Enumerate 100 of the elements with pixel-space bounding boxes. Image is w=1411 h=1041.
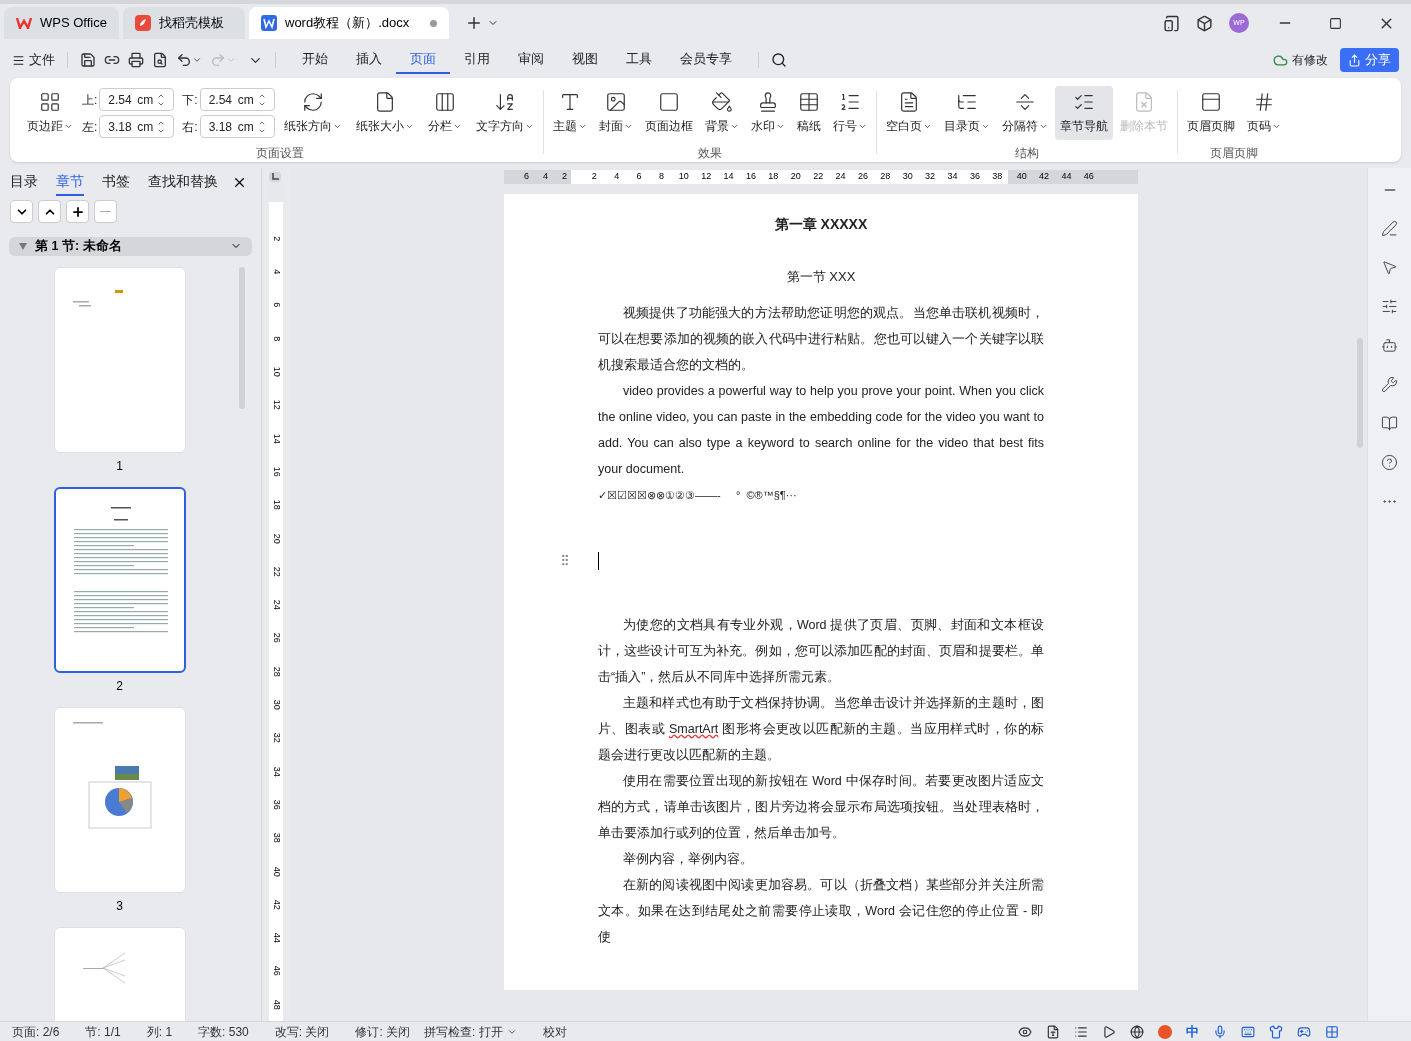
ribbon-tab[interactable]: 插入	[342, 46, 396, 74]
border-icon	[657, 91, 680, 113]
ribbon-button[interactable]: 页面边框	[639, 86, 698, 140]
cube-icon[interactable]	[1196, 14, 1213, 32]
ribbon-tab[interactable]: 审阅	[504, 46, 558, 74]
chapter-heading: 第一章 XXXXX	[773, 215, 869, 234]
book-icon[interactable]	[1381, 415, 1398, 432]
ribbon-button[interactable]: 纸张大小	[350, 86, 419, 140]
globe-icon[interactable]	[1130, 1024, 1144, 1039]
template-logo-icon	[135, 15, 151, 31]
play-icon[interactable]	[1102, 1024, 1116, 1039]
body-paragraph: 视频提供了功能强大的方法帮助您证明您的观点。当您单击联机视频时，可以在想要添加的视频的嵌入代码中进行粘贴。您也可以键入一个关键字以联机搜索最适合您的文档的。	[598, 305, 1044, 374]
background-icon	[710, 91, 733, 113]
tablet-icon[interactable]	[1163, 14, 1180, 32]
share-button[interactable]: 分享	[1340, 48, 1399, 72]
apps-icon[interactable]	[1325, 1024, 1339, 1039]
ribbon-button[interactable]: 主题	[547, 86, 592, 140]
previous-section-button[interactable]	[38, 200, 61, 223]
ribbon-button[interactable]: 目录页	[938, 86, 995, 140]
margin-input[interactable]: 2.54 cm	[99, 88, 175, 111]
menu-icon[interactable]	[12, 53, 25, 67]
minus-icon	[100, 210, 111, 213]
sliders-icon[interactable]	[1381, 298, 1398, 315]
new-tab-icon[interactable]	[465, 14, 483, 32]
ribbon-tab[interactable]: 会员专享	[666, 46, 746, 74]
tab-title: 找稻壳模板	[159, 14, 224, 33]
file-menu[interactable]: 文件	[29, 50, 55, 70]
outline-view-icon[interactable]	[1074, 1024, 1088, 1039]
ribbon-button[interactable]: 分隔符	[996, 86, 1053, 140]
ime-logo-icon[interactable]	[1158, 1024, 1172, 1039]
save-icon[interactable]	[80, 52, 96, 68]
window-tab[interactable]: WPS Office	[4, 7, 119, 39]
maximize-icon[interactable]	[1329, 16, 1342, 30]
shirt-icon[interactable]	[1269, 1024, 1283, 1039]
print-preview-icon[interactable]	[152, 52, 168, 68]
cloud-status[interactable]: 有修改	[1292, 51, 1328, 69]
page-view-icon[interactable]	[1046, 1024, 1060, 1039]
columns-icon	[433, 91, 456, 113]
window-tab[interactable]: 找稻壳模板	[123, 7, 245, 39]
tab-stop-icon[interactable]	[269, 172, 281, 182]
pen-icon[interactable]	[1381, 220, 1398, 237]
ribbon-tab[interactable]: 开始	[288, 46, 342, 74]
keyboard-icon[interactable]	[1241, 1024, 1255, 1039]
next-section-button[interactable]	[10, 200, 33, 223]
ribbon-tab[interactable]: 页面	[396, 46, 450, 74]
expand-triangle-icon[interactable]	[19, 242, 27, 250]
ribbon-button[interactable]: 水印	[745, 86, 790, 140]
search-icon[interactable]	[771, 52, 787, 68]
ribbon-tab[interactable]: 引用	[450, 46, 504, 74]
ribbon-button[interactable]: 纸张方向	[278, 86, 347, 140]
ribbon-button[interactable]: 行号	[827, 86, 872, 140]
eye-icon[interactable]	[1018, 1024, 1032, 1039]
ribbon-button[interactable]: 页眉页脚	[1181, 86, 1240, 140]
ribbon-button[interactable]: 空白页	[880, 86, 937, 140]
margin-input[interactable]: 3.18 cm	[99, 115, 175, 138]
margins-icon	[39, 91, 61, 113]
microphone-icon[interactable]	[1213, 1024, 1227, 1039]
ribbon-button[interactable]: 页边距	[22, 86, 78, 140]
ribbon-button[interactable]: 背景	[699, 86, 744, 140]
spell-check-status[interactable]: 拼写检查: 打开	[424, 1022, 503, 1041]
ribbon-button[interactable]: 文字方向	[470, 86, 539, 140]
pane-tab[interactable]: 目录	[10, 168, 38, 196]
print-icon[interactable]	[128, 52, 144, 68]
margin-input[interactable]: 2.54 cm	[199, 88, 275, 111]
ribbon-button[interactable]: 封面	[593, 86, 638, 140]
ribbon-button[interactable]: 页码	[1241, 86, 1286, 140]
symbols-line: ✓☒☑☒☒⊗⊗①②③——- ° ©®™§¶···	[598, 488, 798, 503]
scrollbar-thumb[interactable]	[239, 266, 245, 409]
wps-logo-icon	[16, 17, 32, 29]
proofread-button[interactable]: 校对	[542, 1022, 567, 1041]
group-title: 页面设置	[256, 145, 305, 162]
pane-tab[interactable]: 章节	[56, 168, 84, 196]
window-tab[interactable]: word教程（新）.docx	[249, 7, 449, 39]
pane-tab[interactable]: 查找和替换	[148, 168, 218, 196]
tools-icon[interactable]	[1381, 376, 1398, 393]
separator-icon	[1013, 91, 1036, 113]
cloud-icon[interactable]	[1273, 52, 1288, 68]
ribbon-tab[interactable]: 视图	[558, 46, 612, 74]
group-title: 结构	[1014, 145, 1039, 162]
ime-mode[interactable]: 中	[1186, 1021, 1199, 1041]
status-item: 改写: 关闭	[274, 1023, 330, 1041]
ribbon-tab[interactable]: 工具	[612, 46, 666, 74]
add-section-button[interactable]	[66, 200, 89, 223]
assistant-icon[interactable]	[1381, 337, 1398, 354]
undo-icon[interactable]	[176, 52, 192, 68]
horizontal-ruler: 6 4 2 2 4 6 8 10 12 14 16 18 20 22 24 26 28 30 32 34 36 38 40 42 44 46	[504, 170, 1138, 184]
pane-tab[interactable]: 书签	[102, 168, 130, 196]
caret-icon[interactable]	[192, 55, 202, 65]
ribbon-button[interactable]: 分栏	[422, 86, 467, 140]
plus-icon	[70, 204, 85, 219]
margin-input[interactable]: 3.18 cm	[199, 115, 275, 138]
page-thumbnail[interactable]	[53, 486, 186, 673]
body-paragraph: 主题和样式也有助于文档保持协调。当您单击设计并选择新的主题时，图片、图表或 SmartArt 图形将会更改以匹配新的主题。当应用样式时，你的标题会进行更改以匹配新的主题。	[598, 695, 1044, 764]
gamepad-icon[interactable]	[1297, 1024, 1311, 1039]
pointer-icon[interactable]	[1381, 259, 1398, 276]
ribbon-button[interactable]: 稿纸	[791, 86, 826, 140]
ribbon-button[interactable]: 章节导航	[1054, 86, 1113, 140]
help-icon[interactable]	[1381, 454, 1398, 471]
share-icon	[1348, 53, 1361, 67]
body-paragraph: 为使您的文档具有专业外观，Word 提供了页眉、页脚、封面和文本框设计，这些设计可互为补充。例如，您可以添加匹配的封面、页眉和提要栏。单击“插入”，然后从不同库中选择所需元素。	[598, 617, 1044, 686]
